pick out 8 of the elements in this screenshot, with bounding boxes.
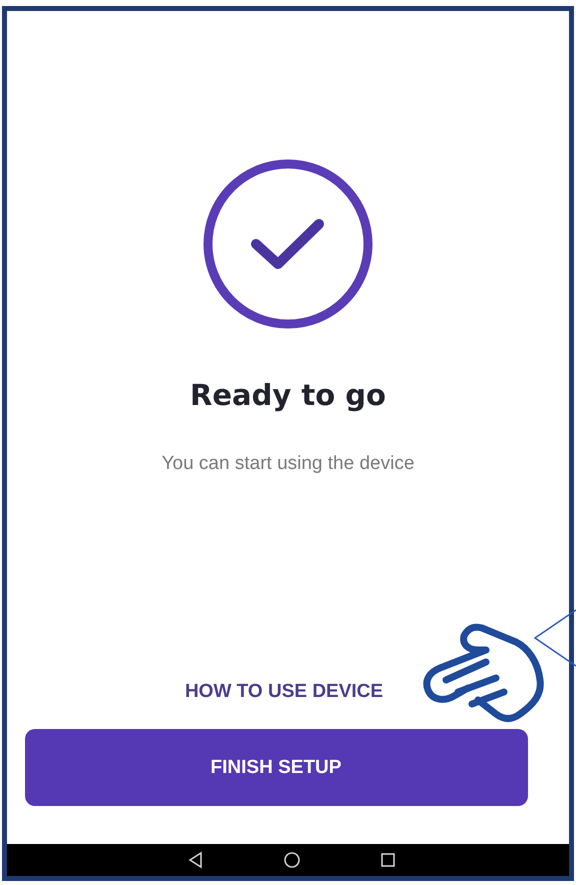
finish-setup-button[interactable]: FINISH SETUP xyxy=(24,729,528,806)
screen-subtitle: You can start using the device xyxy=(162,452,414,476)
how-to-use-link[interactable]: HOW TO USE DEVICE xyxy=(184,679,384,705)
home-icon[interactable] xyxy=(283,851,301,869)
back-icon[interactable] xyxy=(187,851,205,869)
recents-icon[interactable] xyxy=(379,851,397,869)
check-circle-icon xyxy=(202,158,374,330)
screen-title: Ready to go xyxy=(190,377,386,414)
